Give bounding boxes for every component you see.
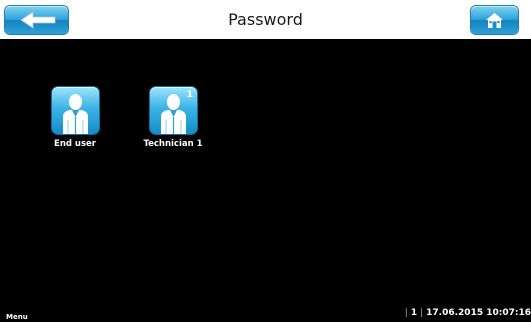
- user-tile-label: End user: [54, 139, 96, 149]
- back-button[interactable]: [5, 6, 68, 34]
- datetime-display: 17.06.2015 10:07:16: [426, 308, 531, 318]
- home-icon: [486, 13, 503, 28]
- technician-icon: 1: [150, 87, 197, 134]
- user-tile-label: Technician 1: [143, 139, 203, 149]
- header-bar: Password: [0, 0, 531, 39]
- status-bar: | 1 | 17.06.2015 10:07:16: [402, 308, 531, 318]
- user-icon: [52, 87, 99, 134]
- user-tile-technician-1[interactable]: 1 Technician 1: [118, 87, 228, 157]
- separator: |: [404, 308, 408, 318]
- menu-link[interactable]: Menu: [6, 313, 28, 321]
- separator: |: [420, 308, 424, 318]
- technician-level-badge: 1: [186, 90, 193, 100]
- page-title: Password: [228, 10, 303, 29]
- user-tile-end-user[interactable]: End user: [20, 87, 130, 157]
- home-button[interactable]: [471, 6, 518, 34]
- back-arrow-icon: [20, 11, 56, 29]
- screen: Password End user 1 Technician 1 Menu | …: [0, 0, 531, 322]
